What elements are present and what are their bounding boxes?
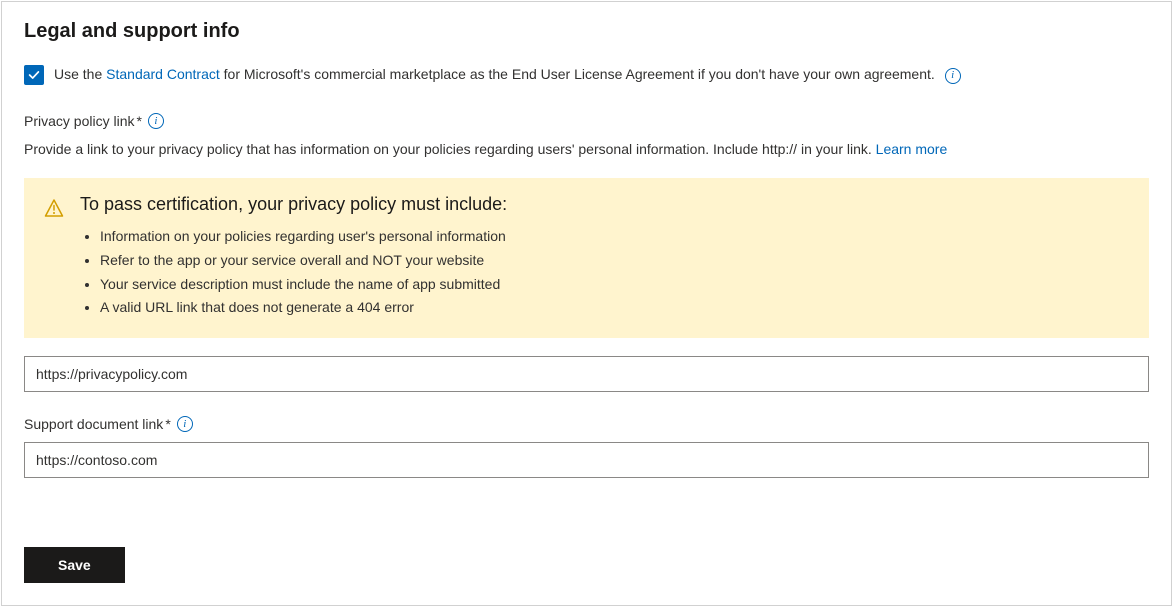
standard-contract-label: Use the Standard Contract for Microsoft'… bbox=[54, 66, 961, 83]
info-icon[interactable]: i bbox=[945, 68, 961, 84]
warning-item: A valid URL link that does not generate … bbox=[100, 296, 1129, 320]
info-icon[interactable]: i bbox=[177, 416, 193, 432]
standard-contract-link[interactable]: Standard Contract bbox=[106, 66, 220, 82]
standard-contract-row: Use the Standard Contract for Microsoft'… bbox=[24, 65, 1149, 85]
form-container: Legal and support info Use the Standard … bbox=[1, 1, 1172, 606]
save-button[interactable]: Save bbox=[24, 547, 125, 583]
warning-icon bbox=[44, 198, 64, 221]
privacy-link-input[interactable] bbox=[24, 356, 1149, 392]
warning-item: Your service description must include th… bbox=[100, 273, 1129, 297]
warning-item: Information on your policies regarding u… bbox=[100, 225, 1129, 249]
privacy-link-label: Privacy policy link* i bbox=[24, 113, 1149, 129]
privacy-description: Provide a link to your privacy policy th… bbox=[24, 139, 1149, 160]
warning-list: Information on your policies regarding u… bbox=[80, 225, 1129, 320]
certification-warning-panel: To pass certification, your privacy poli… bbox=[24, 178, 1149, 338]
standard-contract-checkbox[interactable] bbox=[24, 65, 44, 85]
support-link-label: Support document link* i bbox=[24, 416, 1149, 432]
warning-title: To pass certification, your privacy poli… bbox=[80, 194, 1129, 215]
section-heading: Legal and support info bbox=[24, 20, 1149, 43]
support-link-input[interactable] bbox=[24, 442, 1149, 478]
info-icon[interactable]: i bbox=[148, 113, 164, 129]
warning-content: To pass certification, your privacy poli… bbox=[80, 194, 1129, 320]
checkmark-icon bbox=[27, 68, 41, 82]
warning-item: Refer to the app or your service overall… bbox=[100, 249, 1129, 273]
learn-more-link[interactable]: Learn more bbox=[876, 141, 948, 157]
